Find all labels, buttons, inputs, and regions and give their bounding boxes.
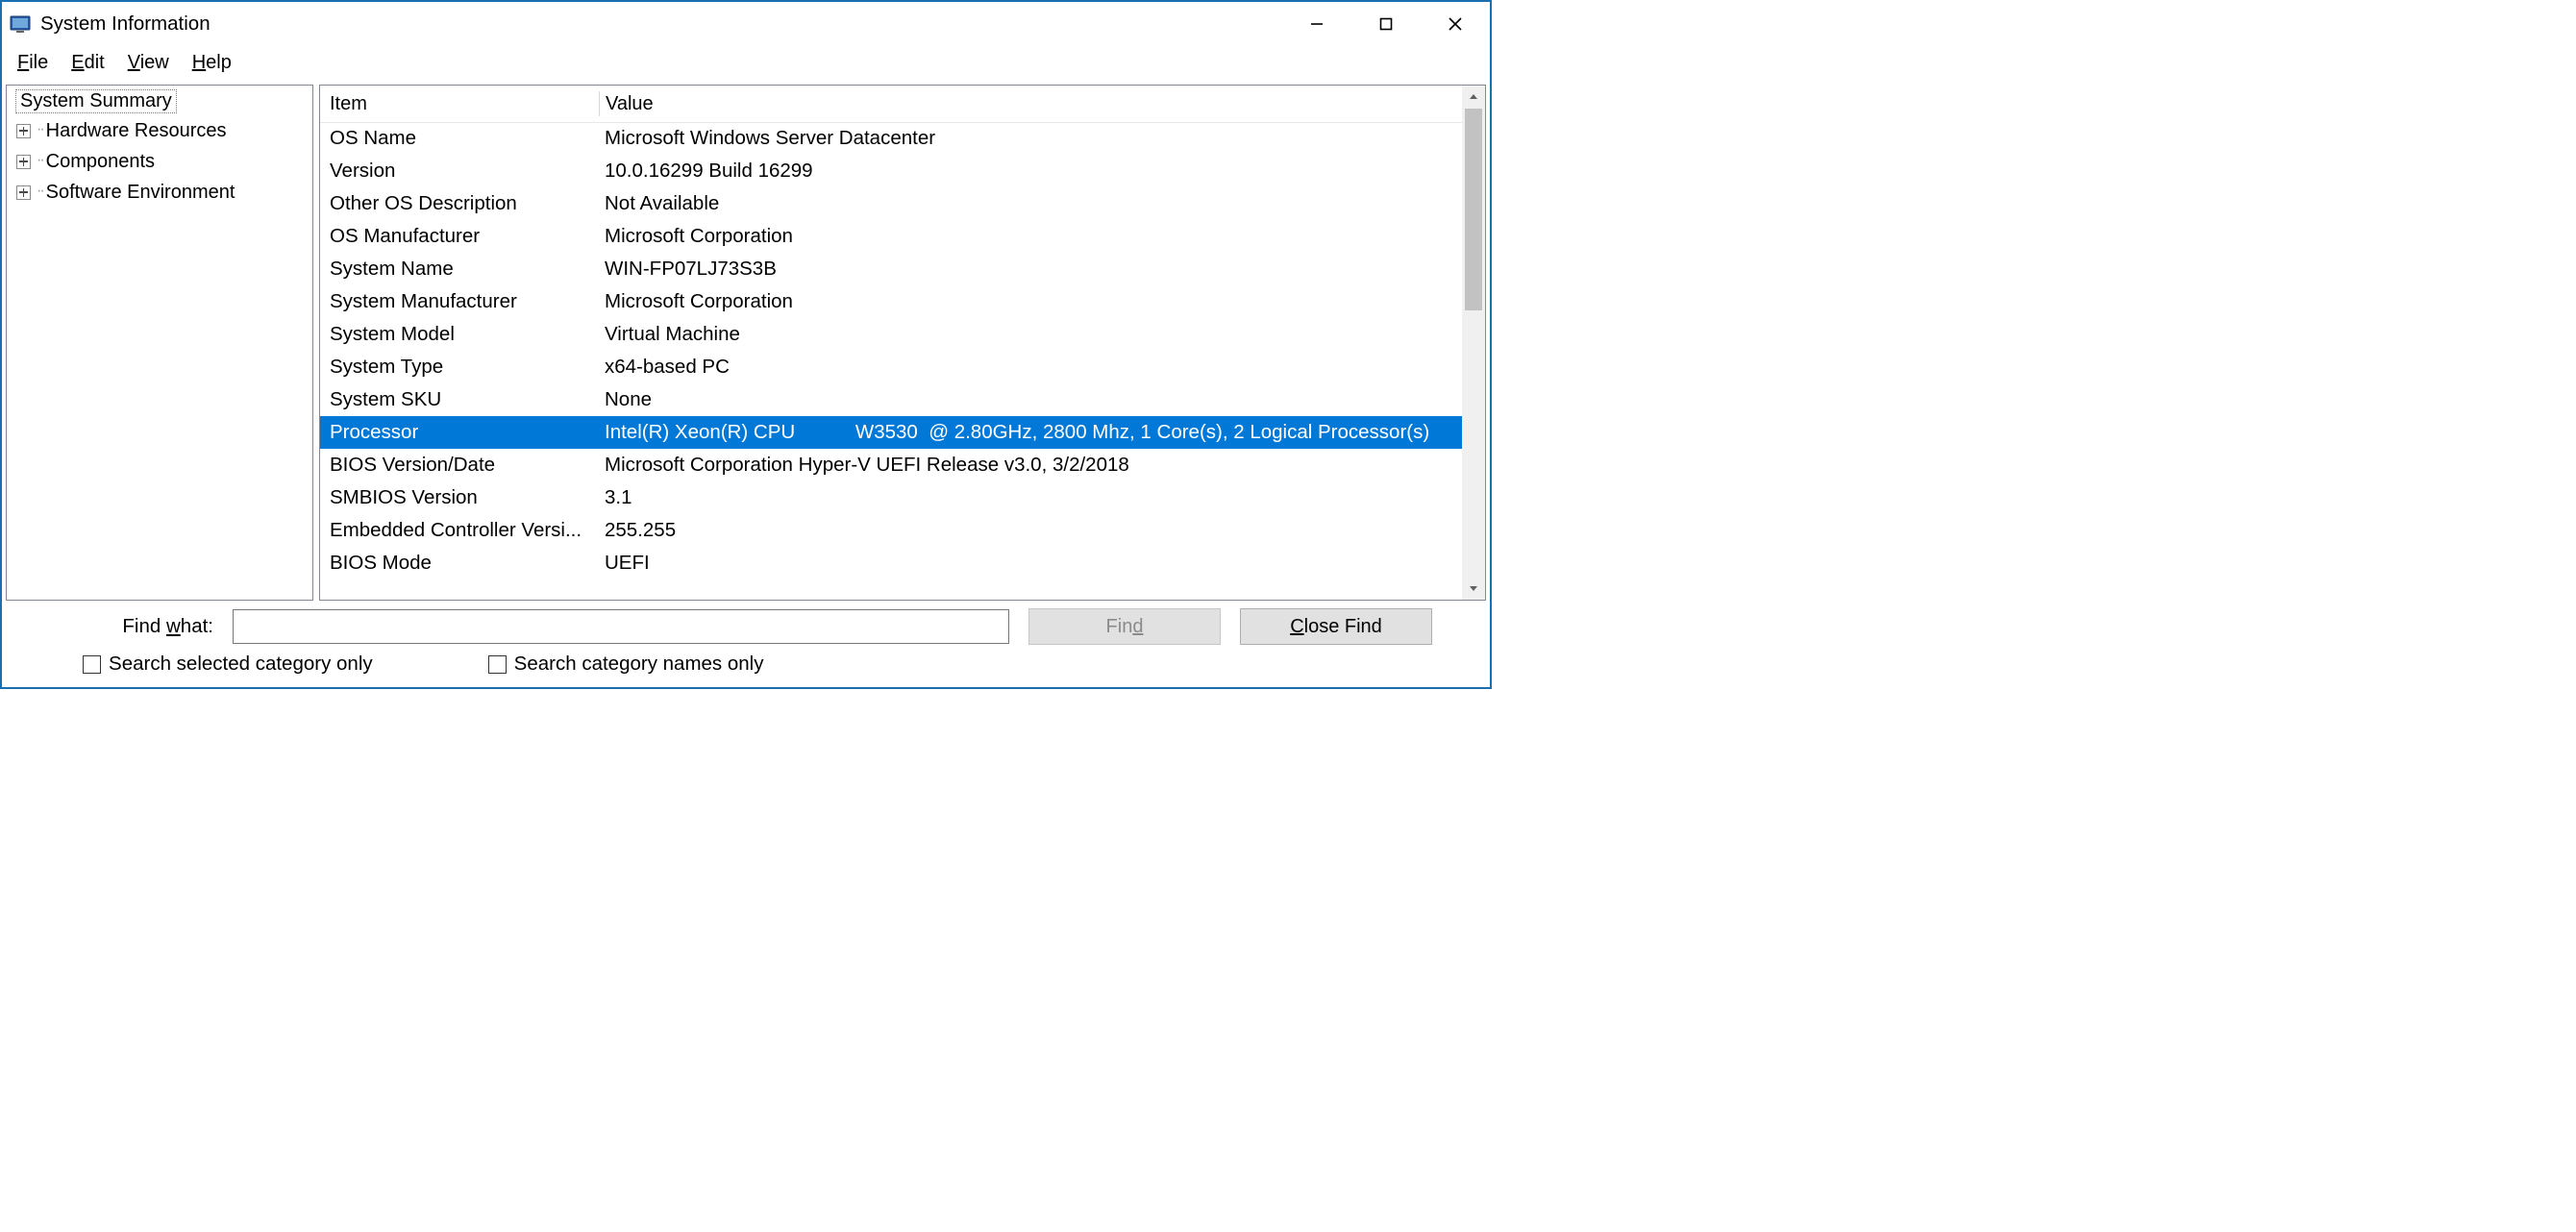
list-row[interactable]: System SKUNone [320, 383, 1462, 416]
category-tree[interactable]: System Summary ·· Hardware Resources ·· … [6, 85, 313, 601]
expand-icon[interactable] [16, 185, 31, 200]
vertical-scrollbar[interactable] [1462, 86, 1485, 600]
scroll-thumb[interactable] [1465, 109, 1482, 310]
details-list[interactable]: Item Value OS NameMicrosoft Windows Serv… [319, 85, 1486, 601]
list-header[interactable]: Item Value [320, 86, 1462, 123]
cell-item: OS Manufacturer [320, 225, 599, 248]
cell-value: 255.255 [599, 519, 1462, 542]
list-row[interactable]: System ModelVirtual Machine [320, 318, 1462, 351]
cell-item: System Type [320, 356, 599, 379]
column-header-value[interactable]: Value [600, 93, 1462, 115]
cell-value: Microsoft Corporation [599, 225, 1462, 248]
checkbox-icon [83, 655, 101, 674]
checkbox-icon [488, 655, 507, 674]
menu-file[interactable]: File [6, 49, 60, 77]
client-area: System Summary ·· Hardware Resources ·· … [2, 83, 1490, 601]
cell-item: Embedded Controller Versi... [320, 519, 599, 542]
find-input[interactable] [233, 609, 1009, 644]
scroll-track[interactable] [1462, 109, 1485, 577]
cell-item: System Name [320, 258, 599, 281]
cell-item: SMBIOS Version [320, 486, 599, 509]
window-title: System Information [40, 12, 1282, 36]
maximize-button[interactable] [1351, 2, 1421, 46]
cell-item: Version [320, 160, 599, 183]
cell-value: WIN-FP07LJ73S3B [599, 258, 1462, 281]
cell-item: Other OS Description [320, 192, 599, 215]
cell-value: None [599, 388, 1462, 411]
tree-item-software-environment[interactable]: ·· Software Environment [16, 177, 312, 208]
scroll-up-button[interactable] [1462, 86, 1485, 109]
list-row[interactable]: Version10.0.16299 Build 16299 [320, 155, 1462, 187]
cell-item: OS Name [320, 127, 599, 150]
list-rows: OS NameMicrosoft Windows Server Datacent… [320, 122, 1462, 595]
cell-item: Processor [320, 421, 599, 444]
cell-value: Intel(R) Xeon(R) CPU W3530 @ 2.80GHz, 28… [599, 421, 1462, 444]
checkbox-search-selected-category[interactable]: Search selected category only [83, 653, 373, 676]
menu-edit[interactable]: Edit [60, 49, 115, 77]
list-row[interactable]: Other OS DescriptionNot Available [320, 187, 1462, 220]
scroll-down-button[interactable] [1462, 577, 1485, 600]
cell-value: 3.1 [599, 486, 1462, 509]
find-row: Find what: Find Close Find [60, 608, 1432, 645]
checkbox-search-category-names[interactable]: Search category names only [488, 653, 764, 676]
cell-item: System SKU [320, 388, 599, 411]
list-row[interactable]: OS ManufacturerMicrosoft Corporation [320, 220, 1462, 253]
list-row[interactable]: System Typex64-based PC [320, 351, 1462, 383]
find-label: Find what: [60, 615, 213, 638]
window-controls [1282, 2, 1490, 46]
cell-value: Microsoft Corporation [599, 290, 1462, 313]
list-row[interactable]: System NameWIN-FP07LJ73S3B [320, 253, 1462, 285]
expand-icon[interactable] [16, 155, 31, 169]
find-bar: Find what: Find Close Find Search select… [2, 601, 1490, 687]
system-information-window: System Information File Edit View Help S… [0, 0, 1492, 689]
expand-icon[interactable] [16, 124, 31, 138]
cell-value: Microsoft Windows Server Datacenter [599, 127, 1462, 150]
close-find-button[interactable]: Close Find [1240, 608, 1432, 645]
find-options: Search selected category only Search cat… [60, 645, 1432, 685]
tree-item-system-summary[interactable]: System Summary [11, 89, 312, 115]
cell-item: BIOS Mode [320, 552, 599, 575]
find-button[interactable]: Find [1028, 608, 1221, 645]
list-row[interactable]: OS NameMicrosoft Windows Server Datacent… [320, 122, 1462, 155]
menu-help[interactable]: Help [181, 49, 243, 77]
minimize-button[interactable] [1282, 2, 1351, 46]
menu-view[interactable]: View [116, 49, 181, 77]
list-row[interactable]: BIOS ModeUEFI [320, 547, 1462, 579]
cell-item: BIOS Version/Date [320, 454, 599, 477]
cell-value: Virtual Machine [599, 323, 1462, 346]
list-row[interactable]: System ManufacturerMicrosoft Corporation [320, 285, 1462, 318]
column-header-item[interactable]: Item [320, 93, 599, 115]
menubar: File Edit View Help [2, 46, 1490, 83]
titlebar: System Information [2, 2, 1490, 46]
cell-value: UEFI [599, 552, 1462, 575]
tree-item-components[interactable]: ·· Components [16, 146, 312, 177]
cell-value: 10.0.16299 Build 16299 [599, 160, 1462, 183]
list-row[interactable]: BIOS Version/DateMicrosoft Corporation H… [320, 449, 1462, 481]
cell-item: System Manufacturer [320, 290, 599, 313]
list-row[interactable]: ProcessorIntel(R) Xeon(R) CPU W3530 @ 2.… [320, 416, 1462, 449]
app-icon [10, 13, 31, 35]
close-button[interactable] [1421, 2, 1490, 46]
tree-root[interactable]: System Summary ·· Hardware Resources ·· … [11, 89, 312, 208]
list-body: Item Value OS NameMicrosoft Windows Serv… [320, 86, 1462, 600]
list-row[interactable]: Embedded Controller Versi...255.255 [320, 514, 1462, 547]
tree-item-hardware-resources[interactable]: ·· Hardware Resources [16, 115, 312, 146]
tree-children: ·· Hardware Resources ·· Components ·· S… [11, 115, 312, 208]
cell-item: System Model [320, 323, 599, 346]
cell-value: Not Available [599, 192, 1462, 215]
list-row[interactable]: SMBIOS Version3.1 [320, 481, 1462, 514]
cell-value: Microsoft Corporation Hyper-V UEFI Relea… [599, 454, 1462, 477]
cell-value: x64-based PC [599, 356, 1462, 379]
